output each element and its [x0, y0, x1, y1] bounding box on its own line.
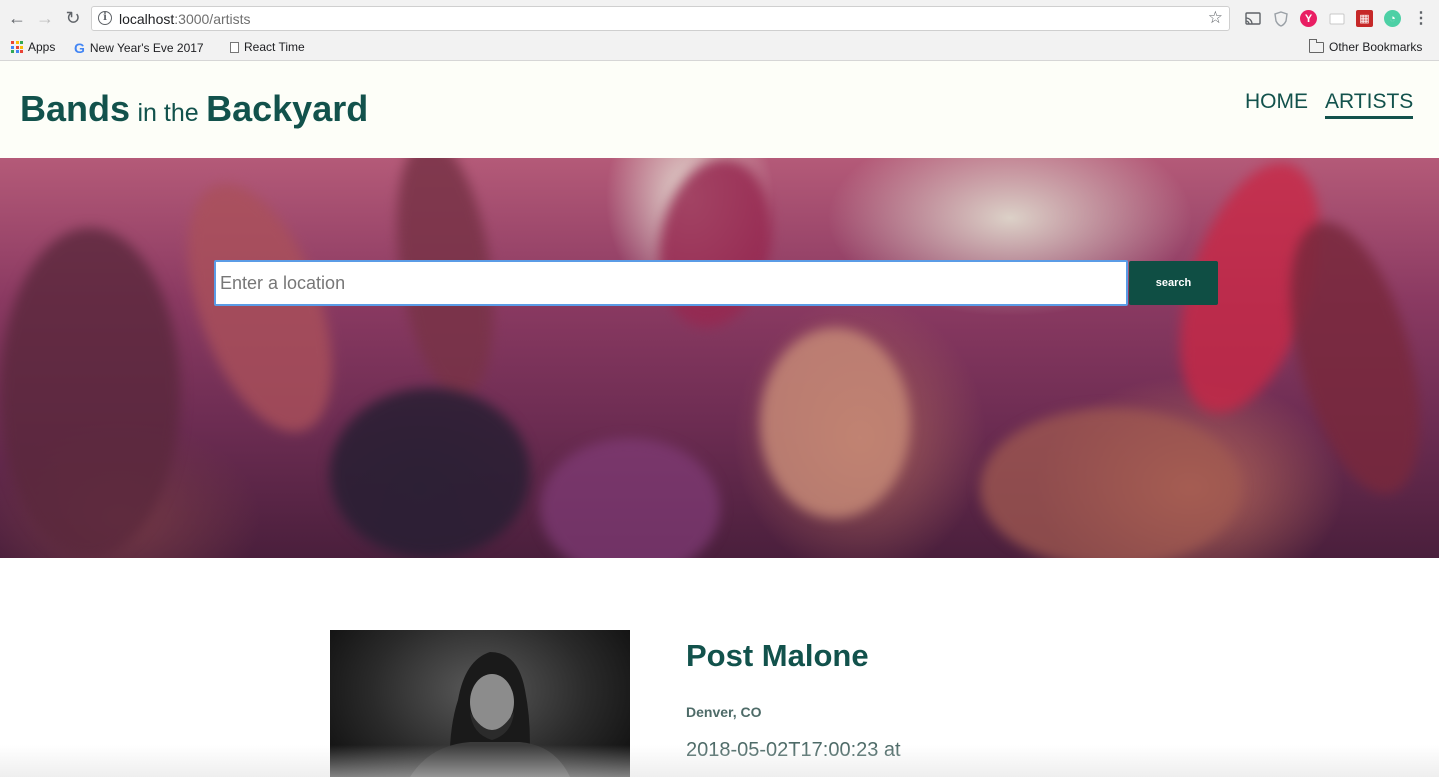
- bookmark-label: New Year's Eve 2017: [89, 41, 204, 55]
- page-icon: [230, 41, 239, 53]
- browser-toolbar: ← → ↻ i localhost:3000/artists ☆ Y ▦ ◔ ⋮: [0, 0, 1439, 37]
- cast-icon[interactable]: [1244, 10, 1261, 27]
- folder-icon: [1309, 38, 1324, 53]
- other-bookmarks[interactable]: Other Bookmarks: [1309, 38, 1423, 54]
- apps-grid-icon: [11, 41, 23, 53]
- site-header: Bands in the Backyard HOME ARTISTS: [0, 61, 1439, 158]
- bookmark-apps[interactable]: Apps: [11, 40, 55, 54]
- artist-photo: [330, 630, 630, 777]
- google-icon: G: [74, 40, 85, 56]
- brand-joiner: in the: [137, 99, 199, 127]
- bookmark-star-icon[interactable]: ☆: [1208, 8, 1223, 28]
- artist-location: Denver, CO: [686, 704, 762, 720]
- shield-extension-icon[interactable]: [1272, 10, 1289, 27]
- pink-extension-icon[interactable]: Y: [1300, 10, 1317, 27]
- other-bookmarks-label: Other Bookmarks: [1329, 40, 1423, 54]
- back-arrow-icon[interactable]: ←: [5, 6, 29, 30]
- address-url[interactable]: localhost:3000/artists: [119, 11, 251, 27]
- brand-word-backyard: Backyard: [206, 88, 369, 129]
- bookmark-new-years-eve[interactable]: G New Year's Eve 2017: [74, 40, 204, 56]
- menu-kebab-icon[interactable]: ⋮: [1409, 6, 1433, 30]
- bookmark-label: Apps: [28, 40, 56, 54]
- nav-artists[interactable]: ARTISTS: [1325, 90, 1414, 119]
- search-button[interactable]: search: [1129, 261, 1218, 305]
- address-bar[interactable]: i localhost:3000/artists ☆: [91, 6, 1230, 31]
- bookmark-react-time[interactable]: React Time: [230, 40, 305, 54]
- brand-word-bands: Bands: [20, 88, 131, 129]
- location-search-input[interactable]: [214, 260, 1128, 306]
- bookmark-label: React Time: [244, 40, 305, 54]
- site-logo[interactable]: Bands in the Backyard: [20, 88, 368, 130]
- artist-name[interactable]: Post Malone: [686, 638, 869, 674]
- site-info-icon[interactable]: i: [98, 11, 112, 25]
- bookmarks-bar: Apps G New Year's Eve 2017 React Time Ot…: [0, 37, 1439, 61]
- reload-icon[interactable]: ↻: [61, 6, 85, 30]
- forward-arrow-icon[interactable]: →: [33, 6, 57, 30]
- nav-home[interactable]: HOME: [1245, 90, 1308, 116]
- red-extension-icon[interactable]: ▦: [1356, 10, 1373, 27]
- green-extension-icon[interactable]: ◔: [1384, 10, 1401, 27]
- blank-extension-icon[interactable]: [1328, 10, 1345, 27]
- artist-datetime: 2018-05-02T17:00:23 at: [686, 739, 901, 761]
- hero-banner: search: [0, 158, 1439, 558]
